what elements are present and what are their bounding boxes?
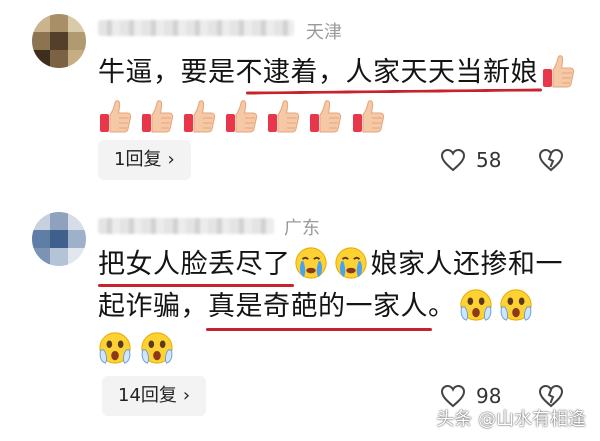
comment-1: 天津 牛逼，要是不逮着，人家天天当新娘 1回复 › 58 — [0, 0, 600, 200]
thumbs-up-icon — [541, 53, 575, 89]
thumbs-up-icon — [140, 98, 174, 134]
scared-face-icon — [98, 330, 132, 366]
scared-face-icon — [140, 330, 174, 366]
comment-text: 牛逼，要是不逮着，人家天天当新娘 — [98, 52, 578, 93]
username-blurred[interactable] — [98, 218, 274, 234]
heart-icon — [440, 148, 466, 172]
like-count: 58 — [476, 148, 502, 172]
crying-face-icon — [334, 245, 368, 281]
location-label: 天津 — [306, 22, 342, 43]
dislike-button[interactable] — [538, 148, 564, 176]
watermark: 头条 @山水有相逢 — [436, 409, 586, 430]
chevron-right-icon: › — [167, 149, 175, 170]
like-button[interactable]: 58 — [440, 148, 501, 172]
comment-text: 起诈骗，真是奇葩的一家人。 — [98, 286, 536, 327]
comment-text-line: 牛逼，要是不逮着，人家天天当新娘 — [98, 57, 538, 88]
thumbs-up-icon — [266, 98, 300, 134]
avatar[interactable] — [32, 212, 86, 266]
view-replies-button[interactable]: 14回复 › — [102, 376, 207, 416]
red-underline — [206, 328, 432, 331]
username-blurred[interactable] — [98, 20, 294, 36]
replies-count-label: 1回复 — [114, 149, 162, 170]
comment-text-line: 起诈骗，真是奇葩的一家人。 — [98, 291, 456, 322]
comment-text-line: 娘家人还掺和一 — [370, 249, 563, 280]
broken-heart-icon — [538, 148, 564, 172]
emoji-row — [98, 98, 388, 134]
comment-text: 把女人脸丢尽了 娘家人还掺和一 — [98, 244, 563, 285]
crying-face-icon — [294, 245, 328, 281]
chevron-right-icon: › — [182, 385, 191, 406]
scared-face-icon — [499, 287, 533, 323]
view-replies-button[interactable]: 1回复 › — [98, 140, 191, 180]
thumbs-up-icon — [224, 98, 258, 134]
thumbs-up-icon — [182, 98, 216, 134]
thumbs-up-icon — [98, 98, 132, 134]
emoji-row — [98, 330, 177, 366]
replies-count-label: 14回复 — [118, 385, 177, 406]
location-label: 广东 — [284, 218, 320, 239]
comment-text-line: 把女人脸丢尽了 — [98, 249, 291, 280]
avatar[interactable] — [32, 14, 86, 68]
thumbs-up-icon — [351, 98, 385, 134]
thumbs-up-icon — [308, 98, 342, 134]
scared-face-icon — [459, 287, 493, 323]
